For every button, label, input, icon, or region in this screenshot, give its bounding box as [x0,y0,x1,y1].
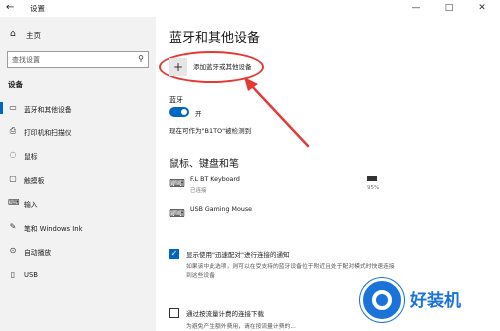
selection-indicator [0,102,3,114]
device-name: USB Gaming Mouse [190,206,252,213]
bluetooth-label: 蓝牙 [169,96,183,104]
device-item-keyboard[interactable]: ⌨ F.L BT Keyboard 已连接 95% [169,175,469,197]
watermark-logo: 好装机 [354,272,500,331]
toggle-knob [181,109,187,115]
sidebar-item-input[interactable]: ⌨ 输入 [0,193,156,213]
device-name: F.L BT Keyboard [190,176,240,183]
sidebar-item-pen[interactable]: ✎ 笔和 Windows Ink [0,217,156,237]
device-item-mouse[interactable]: ⌨ USB Gaming Mouse [169,205,469,227]
sidebar-item-label: 笔和 Windows Ink [24,225,83,233]
bluetooth-toggle-state: 开 [195,110,202,118]
bluetooth-devices-icon: ▭ [9,103,17,112]
touchpad-icon: ▢ [9,174,17,183]
add-device-label[interactable]: 添加蓝牙或其他设备 [193,61,252,71]
sidebar-item-touchpad[interactable]: ▢ 触摸板 [0,169,156,189]
plus-icon: + [172,60,184,74]
sidebar-item-label: 输入 [24,201,38,209]
sidebar-item-printers[interactable]: ⎙ 打印机和扫描仪 [0,121,156,141]
back-arrow-icon[interactable]: ← [6,2,14,13]
swift-pair-label: 显示使用"迅速配对"进行连接的通知 [186,251,290,259]
sidebar: ⌂ 主页 查找设置 ⚲ 设备 ▭ 蓝牙和其他设备 ⎙ 打印机和扫描仪 ◌ 鼠标 … [0,17,156,331]
swift-pair-checkbox[interactable]: ✓ [169,249,179,259]
home-label: 主页 [26,31,41,40]
keyboard-icon: ⌨ [169,207,185,220]
search-input[interactable]: 查找设置 [12,55,40,65]
close-button[interactable]: ✕ [468,0,496,17]
devices-section-title: 鼠标、键盘和笔 [169,159,239,170]
metered-download-label: 通过按流量计费的连接下载 [186,310,264,318]
metered-download-description: 为避免产生额外费用，请在按流量计费的... [186,324,296,330]
sidebar-item-label: 打印机和扫描仪 [24,129,72,137]
add-device-button[interactable]: + [169,58,187,76]
sidebar-item-bluetooth[interactable]: ▭ 蓝牙和其他设备 [0,98,156,118]
battery-fill [368,177,376,180]
sidebar-item-usb[interactable]: ▯ USB [0,265,156,285]
sidebar-item-label: USB [24,271,38,279]
keyboard-icon: ⌨ [169,177,185,190]
device-status: 已连接 [190,188,207,194]
keyboard-icon: ⌨ [8,198,20,207]
sidebar-item-label: 鼠标 [24,153,38,161]
title-bar: ← 设置 — □ ✕ [0,0,500,17]
search-box[interactable]: 查找设置 ⚲ [7,51,149,68]
discoverable-text: 现在可作为"B1TO"被检测到 [169,127,252,135]
sidebar-item-label: 触摸板 [24,177,45,185]
watermark-text: 好装机 [410,291,461,311]
autoplay-icon: ⊙ [9,246,17,255]
page-title: 蓝牙和其他设备 [169,31,261,46]
search-icon[interactable]: ⚲ [138,54,144,63]
sidebar-section-title: 设备 [8,80,23,89]
watermark-circle-icon [360,278,404,322]
battery-icon [367,176,377,181]
sidebar-item-label: 自动播放 [24,249,52,257]
metered-download-checkbox[interactable] [169,308,179,318]
home-icon: ⌂ [10,29,16,39]
pen-icon: ✎ [9,222,17,231]
sidebar-item-label: 蓝牙和其他设备 [24,106,72,114]
sidebar-item-autoplay[interactable]: ⊙ 自动播放 [0,241,156,261]
bluetooth-toggle[interactable] [169,107,189,117]
sidebar-item-mouse[interactable]: ◌ 鼠标 [0,145,156,165]
usb-icon: ▯ [10,270,16,279]
maximize-button[interactable]: □ [435,0,463,17]
battery-percent: 95% [367,185,380,191]
minimize-button[interactable]: — [402,0,430,17]
mouse-icon: ◌ [9,150,17,159]
window-title: 设置 [30,4,45,13]
printer-icon: ⎙ [9,126,17,135]
